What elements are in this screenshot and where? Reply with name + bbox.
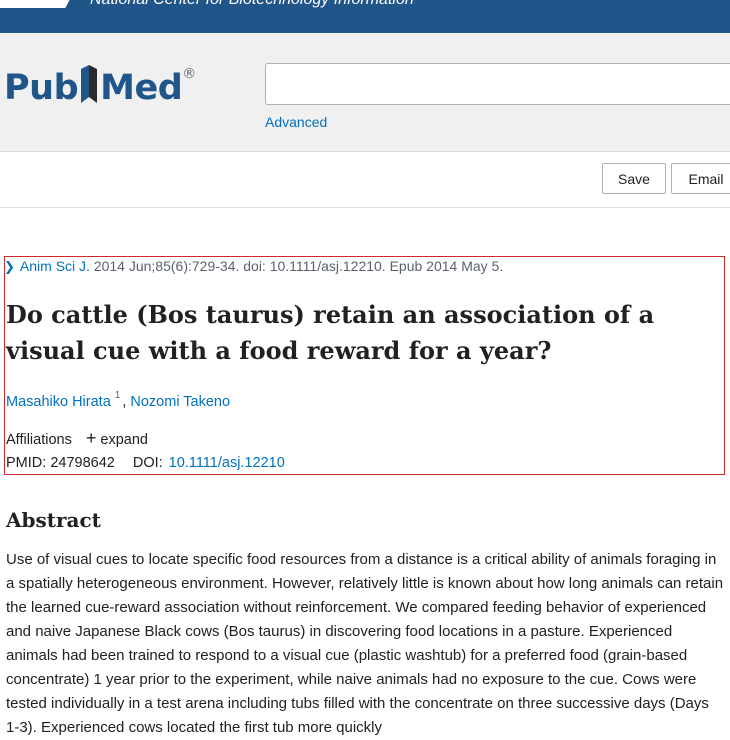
- pubmed-logo[interactable]: Pub Med®: [4, 63, 196, 123]
- book-icon: [81, 65, 98, 103]
- pmid-label: PMID:: [6, 455, 47, 471]
- authors-list: Masahiko Hirata 1, Nozomi Takeno: [6, 390, 230, 410]
- doi-link[interactable]: 10.1111/asj.12210: [169, 455, 285, 471]
- article-title: Do cattle (Bos taurus) retain an associa…: [6, 300, 655, 365]
- affiliations-label: Affiliations: [6, 432, 72, 448]
- ncbi-header-bar: National Center for Biotechnology Inform…: [0, 0, 730, 33]
- advanced-search-link[interactable]: Advanced: [265, 114, 327, 130]
- affiliation-ref[interactable]: 1: [115, 390, 121, 401]
- doi-label: DOI:: [132, 455, 163, 471]
- identifiers-row: PMID: 24798642 DOI: 10.1111/asj.12210: [6, 455, 285, 471]
- save-button[interactable]: Save: [602, 163, 666, 194]
- abstract-text: Use of visual cues to locate specific fo…: [6, 551, 724, 736]
- email-button[interactable]: Email: [671, 163, 730, 194]
- citation-line: ❯ Anim Sci J. 2014 Jun;85(6):729-34. doi:…: [4, 258, 503, 275]
- author-link[interactable]: Nozomi Takeno: [130, 394, 230, 410]
- pmid-value: 24798642: [50, 455, 115, 471]
- search-header: Pub Med® Advanced: [0, 33, 730, 152]
- expand-toggle[interactable]: expand: [100, 432, 148, 448]
- search-input[interactable]: [265, 63, 730, 105]
- plus-icon[interactable]: +: [86, 428, 97, 448]
- logo-text-med: Med: [100, 68, 183, 108]
- ncbi-logo[interactable]: [0, 0, 76, 8]
- author-link[interactable]: Masahiko Hirata: [6, 394, 111, 410]
- journal-link[interactable]: Anim Sci J.: [20, 258, 90, 274]
- ncbi-org-name: National Center for Biotechnology Inform…: [90, 0, 414, 9]
- citation-details: 2014 Jun;85(6):729-34. doi: 10.1111/asj.…: [93, 258, 504, 274]
- registered-mark: ®: [182, 66, 196, 83]
- affiliations-row: Affiliations + expand: [6, 428, 148, 449]
- logo-text-pub: Pub: [4, 68, 79, 108]
- abstract-heading: Abstract: [6, 508, 101, 532]
- actions-bar: Save Email: [0, 152, 730, 208]
- chevron-right-icon[interactable]: ❯: [4, 259, 15, 274]
